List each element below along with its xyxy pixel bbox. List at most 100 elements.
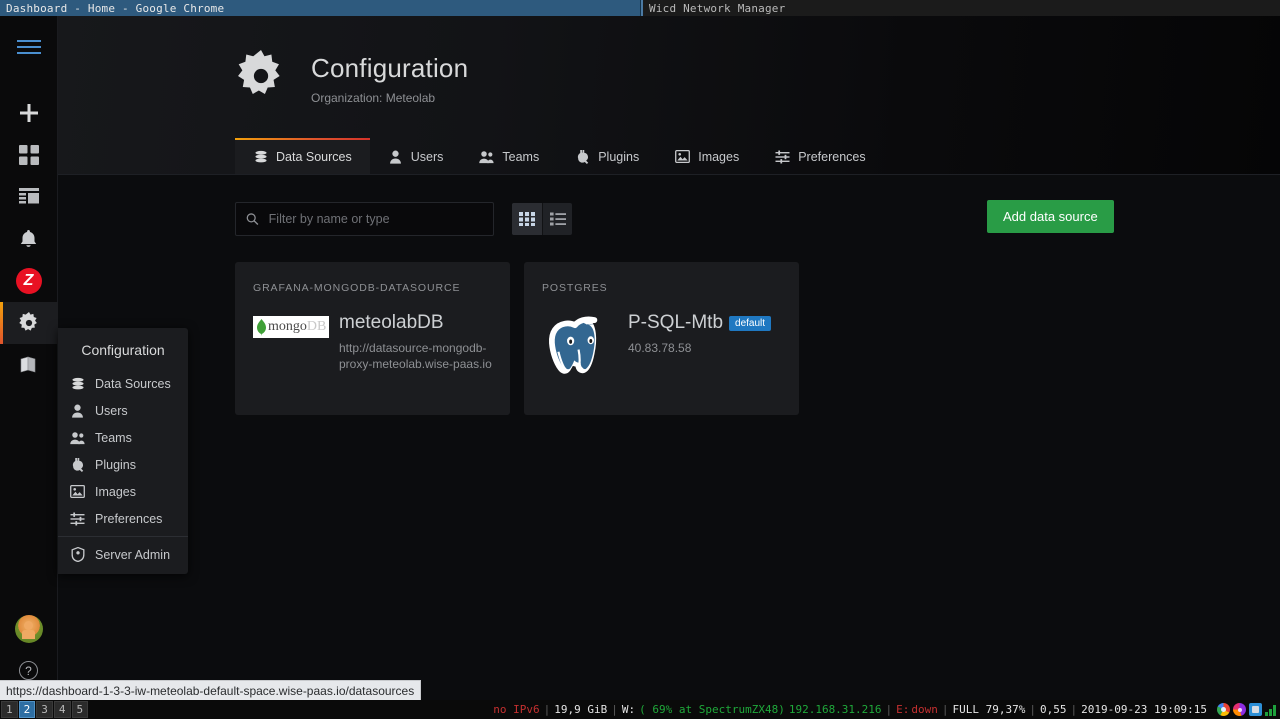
search-box[interactable] [235,202,494,236]
dropdown-item-images[interactable]: Images [58,478,188,505]
status-sep: | [611,703,618,716]
dropdown-item-teams[interactable]: Teams [58,424,188,451]
status-wifi: ( 69% at SpectrumZX48) [639,703,785,716]
status-ip: 192.168.31.216 [788,703,882,716]
tab-label: Users [410,149,444,164]
tab-label: Data Sources [276,149,352,164]
plug-icon [70,457,85,472]
plus-icon [19,104,38,122]
image-icon [675,149,691,164]
mongodb-leaf-icon [257,318,266,336]
workspace-button[interactable]: 4 [53,701,71,718]
status-disk: 19,9 GiB [554,703,608,716]
menu-icon [16,40,41,54]
dropdown-item-label: Teams [95,430,132,445]
browser-viewport: Z ? Configuration Organization: Meteolab… [0,16,1280,700]
sidebar-item-create[interactable] [0,92,58,134]
tab-data-sources[interactable]: Data Sources [235,138,370,174]
help-icon[interactable]: ? [19,661,38,680]
page-subtitle: Organization: Meteolab [311,91,436,105]
status-battery: FULL 79,37% [952,703,1026,716]
dashboards-icon [18,145,39,165]
tab-users[interactable]: Users [370,138,462,174]
dropdown-item-data-sources[interactable]: Data Sources [58,370,188,397]
dropdown-item-label: Plugins [95,457,136,472]
search-input[interactable] [268,212,483,226]
datasource-card[interactable]: POSTGRES P-SQL-Mtb default 40.83.78.58 [524,262,799,415]
view-toggle-group [512,203,572,235]
tab-label: Teams [502,149,540,164]
sidebar-top-group: Z [0,16,58,386]
window-title-chrome[interactable]: Dashboard - Home - Google Chrome [0,0,641,16]
page-header-texts: Configuration Organization: Meteolab [311,50,468,105]
gear-icon [238,50,280,94]
add-data-source-button[interactable]: Add data source [987,200,1114,233]
grafana-sidebar: Z ? [0,16,58,700]
datasource-card[interactable]: GRAFANA-MONGODB-DATASOURCE mongoDB meteo… [235,262,510,415]
status-ipv6: no IPv6 [493,703,540,716]
window-title-wicd[interactable]: Wicd Network Manager [641,0,1280,16]
sidebar-item-alerting[interactable] [0,218,58,260]
workspace-button[interactable]: 1 [1,701,18,718]
page-header-inner: Configuration Organization: Meteolab [235,50,468,105]
sidebar-item-menu[interactable] [0,26,58,68]
grid-view-button[interactable] [512,203,542,235]
dropdown-item-plugins[interactable]: Plugins [58,451,188,478]
tab-preferences[interactable]: Preferences [757,138,883,174]
main-content: Configuration Organization: Meteolab Dat… [58,16,1280,700]
chrome-tray-icon[interactable] [1217,703,1230,716]
dropdown-item-label: Preferences [95,511,163,526]
user-icon [70,403,85,418]
datasource-type: GRAFANA-MONGODB-DATASOURCE [253,282,461,294]
status-sep: | [941,703,949,716]
config-tabs: Data Sources Users Teams Plugins Images … [235,138,884,174]
dropdown-item-label: Images [95,484,136,499]
datasource-url: http://datasource-mongodb-proxy-meteolab… [339,341,492,372]
network-graph-tray-icon[interactable] [1265,703,1278,716]
sidebar-item-configuration[interactable] [0,302,58,344]
datasource-body: P-SQL-Mtb default 40.83.78.58 [542,310,781,382]
dropdown-divider [58,536,188,537]
database-icon [70,376,85,391]
workspace-button[interactable]: 5 [71,701,89,718]
datasource-toolbar [235,202,572,236]
sidebar-item-zabbix[interactable]: Z [0,260,58,302]
avatar[interactable] [14,615,43,643]
datasource-logo [542,310,618,382]
workspace-button[interactable]: 2 [18,701,36,718]
workspace-list: 1 2 3 4 5 [0,701,89,718]
dropdown-item-label: Users [95,403,128,418]
media-tray-icon[interactable] [1233,703,1246,716]
dropdown-item-users[interactable]: Users [58,397,188,424]
status-sep: | [885,703,893,716]
datasource-name: P-SQL-Mtb [628,312,724,333]
sidebar-item-dashboards[interactable] [0,134,58,176]
dropdown-item-server-admin[interactable]: Server Admin [58,541,188,574]
workspace-button[interactable]: 3 [36,701,53,718]
sidebar-item-explore[interactable] [0,176,58,218]
user-icon [388,149,403,164]
i3-status-bar: 1 2 3 4 5 no IPv6 | 19,9 GiB | W: ( 69% … [0,700,1280,719]
system-tray [1211,703,1278,716]
page-header: Configuration Organization: Meteolab Dat… [58,16,1280,175]
status-sep: | [1070,703,1078,716]
list-view-button[interactable] [542,203,572,235]
dropdown-item-preferences[interactable]: Preferences [58,505,188,532]
status-load: 0,55 [1040,703,1067,716]
status-sep: | [1029,703,1037,716]
security-tray-icon[interactable] [1249,703,1262,716]
plug-icon [575,149,590,164]
sidebar-item-docs[interactable] [0,344,58,386]
sliders-icon [775,149,790,164]
dropdown-item-label: Server Admin [95,547,171,562]
tab-teams[interactable]: Teams [461,138,557,174]
status-badge: default [729,315,772,331]
sliders-icon [70,511,85,526]
tab-images[interactable]: Images [657,138,757,174]
shield-icon [70,547,85,562]
zabbix-icon: Z [15,268,42,294]
tab-plugins[interactable]: Plugins [557,138,657,174]
mongodb-logo-text: mongoDB [268,319,327,334]
users-icon [70,430,85,445]
tab-label: Images [698,149,740,164]
